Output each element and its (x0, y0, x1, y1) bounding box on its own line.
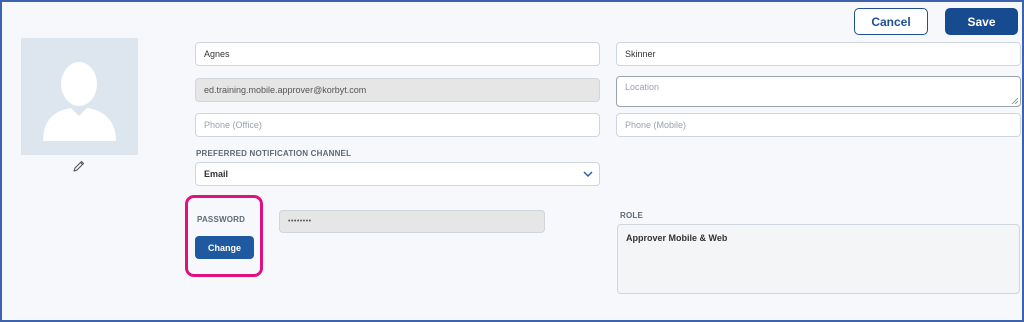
first-name-field[interactable]: Agnes (195, 42, 600, 66)
notification-channel-label: PREFERRED NOTIFICATION CHANNEL (196, 149, 352, 158)
location-placeholder: Location (625, 82, 660, 92)
chevron-down-icon (583, 171, 593, 178)
save-button[interactable]: Save (945, 8, 1018, 35)
cancel-button[interactable]: Cancel (854, 8, 928, 35)
password-label: PASSWORD (197, 215, 246, 224)
change-password-button[interactable]: Change (195, 236, 254, 259)
user-avatar-icon (43, 62, 116, 141)
location-field[interactable]: Location (616, 76, 1021, 107)
role-label: ROLE (620, 211, 644, 220)
last-name-field[interactable]: Skinner (616, 42, 1021, 66)
resize-grip-icon[interactable] (1012, 98, 1018, 104)
profile-panel: Cancel Save Agnes Skinner ed.training.mo… (0, 0, 1024, 322)
phone-mobile-field[interactable]: Phone (Mobile) (616, 113, 1021, 137)
role-field: Approver Mobile & Web (617, 224, 1020, 294)
pencil-icon[interactable] (72, 159, 86, 173)
phone-office-field[interactable]: Phone (Office) (195, 113, 600, 137)
email-field: ed.training.mobile.approver@korbyt.com (195, 78, 600, 102)
role-value: Approver Mobile & Web (626, 233, 728, 243)
avatar (21, 38, 138, 155)
notification-channel-value: Email (204, 169, 229, 179)
password-field: •••••••• (279, 210, 545, 233)
notification-channel-select[interactable]: Email (195, 162, 600, 186)
